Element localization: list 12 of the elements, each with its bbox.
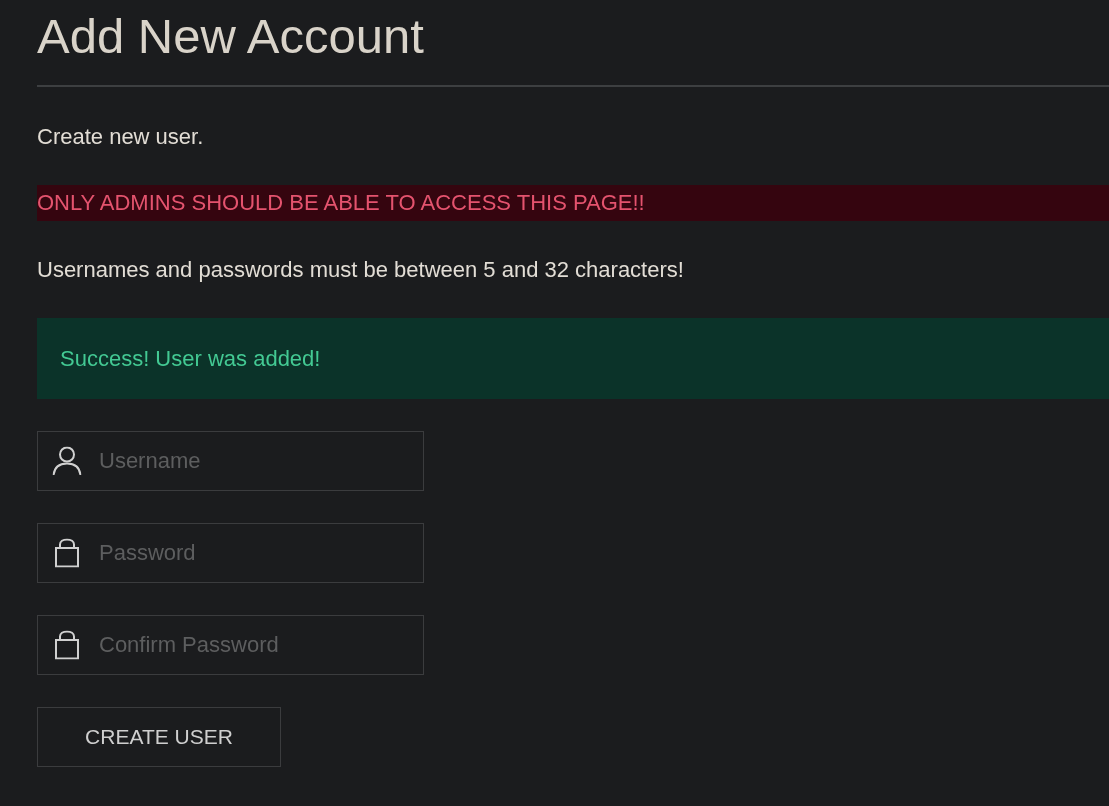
user-icon xyxy=(52,446,82,476)
username-field[interactable]: Username xyxy=(37,431,424,491)
create-user-button[interactable]: CREATE USER xyxy=(37,707,281,767)
warning-banner: ONLY ADMINS SHOULD BE ABLE TO ACCESS THIS PAGE!! xyxy=(37,185,1109,221)
alert-message: Success! User was added! xyxy=(37,318,1109,399)
password-field[interactable]: Password xyxy=(37,523,424,583)
rules-text: Usernames and passwords must be between 5 and 32 characters! xyxy=(37,256,685,284)
password-field[interactable]: Confirm Password xyxy=(37,615,424,675)
lock-icon xyxy=(55,538,79,568)
intro-text: Create new user. xyxy=(37,123,205,151)
page-title: Add New Account xyxy=(37,8,425,64)
lock-icon xyxy=(55,630,79,660)
